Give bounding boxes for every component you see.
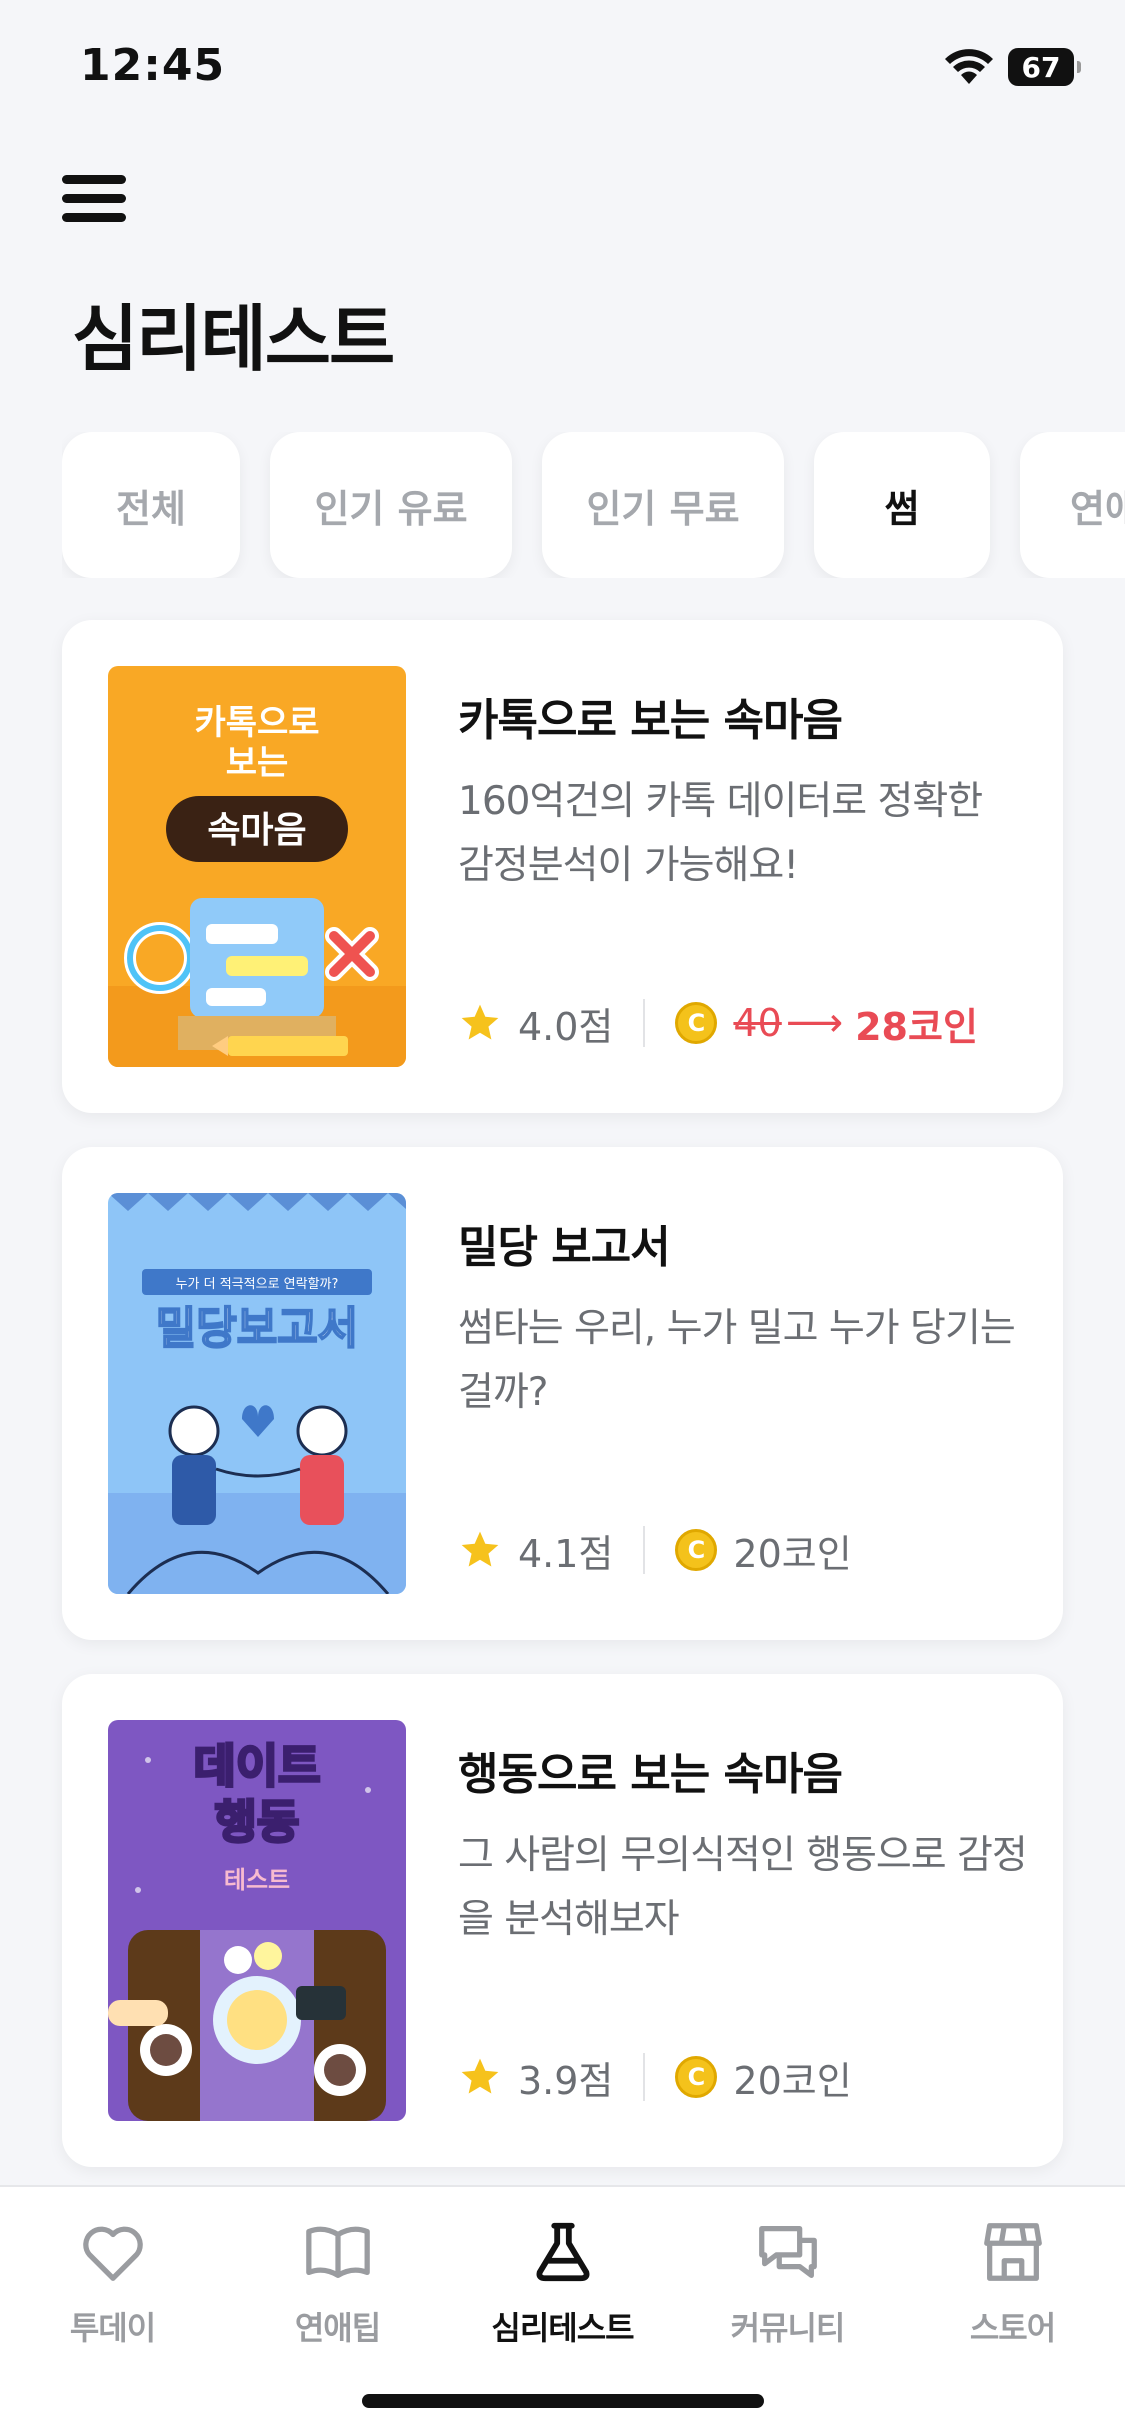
battery-icon: 67 [1008, 48, 1081, 86]
heart-icon [82, 2226, 143, 2281]
meta-divider [643, 2053, 646, 2101]
test-title: 카톡으로 보는 속마음 [458, 695, 843, 746]
thumb-line3: 테스트 [224, 1866, 290, 1894]
tab-today[interactable]: 투데이 [0, 2217, 225, 2357]
home-indicator[interactable] [362, 2394, 764, 2408]
thumb-ribbon: 누가 더 적극적으로 연락할까? [176, 1277, 339, 1292]
meta-divider [643, 999, 646, 1047]
status-time: 12:45 [80, 40, 226, 91]
thumb-line1: 카톡으로 [194, 703, 319, 743]
thumb-title: 밀당보고서 [156, 1303, 358, 1354]
store-icon [983, 2223, 1042, 2281]
rating-text: 4.1점 [518, 1531, 614, 1576]
coin-icon: C [675, 2056, 718, 2098]
book-icon [305, 2226, 370, 2278]
wifi-icon [945, 49, 993, 84]
test-description: 썸타는 우리, 누가 밀고 누가 당기는 걸까? [458, 1306, 1016, 1415]
hamburger-menu-icon[interactable] [62, 175, 126, 223]
test-meta: 3.9점 C 20코인 [458, 2052, 852, 2103]
meta-divider [643, 1526, 646, 1574]
price-text: 20코인 [733, 1531, 852, 1576]
thumb-line1: 데이트 [194, 1739, 321, 1793]
status-bar: 12:45 67 [0, 0, 1125, 135]
test-card[interactable]: 카톡으로 보는 속마음 카톡으로 보는 속마음 160억건의 카톡 데이터로 정… [62, 620, 1063, 1113]
test-description: 그 사람의 무의식적인 행동으로 감정을 분석해보자 [458, 1833, 1028, 1942]
tab-label: 스토어 [969, 2309, 1056, 2347]
chip-popular-free[interactable]: 인기 무료 [542, 432, 784, 578]
mildang-thumbnail-image: 누가 더 적극적으로 연락할까? 밀당보고서 [108, 1193, 406, 1594]
chip-some[interactable]: 썸 [814, 432, 990, 578]
test-card[interactable]: 누가 더 적극적으로 연락할까? 밀당보고서 밀당 보고서 썸타는 우리, 누가… [62, 1147, 1063, 1640]
date-behavior-thumbnail-image: 데이트 행동 테스트 [108, 1720, 406, 2121]
chip-all[interactable]: 전체 [62, 432, 240, 578]
test-title: 밀당 보고서 [458, 1222, 671, 1273]
tab-store[interactable]: 스토어 [900, 2217, 1125, 2357]
tab-community[interactable]: 커뮤니티 [675, 2217, 900, 2357]
kakao-thumbnail-image: 카톡으로 보는 속마음 [108, 666, 406, 1067]
battery-level: 67 [1021, 50, 1061, 84]
thumb-line2: 보는 [226, 743, 289, 783]
tab-psych-test[interactable]: 심리테스트 [450, 2217, 675, 2357]
thumb-bubble: 속마음 [207, 810, 306, 851]
original-price: 40 [733, 1001, 782, 1045]
thumb-line2: 행동 [215, 1795, 300, 1849]
chip-popular-paid[interactable]: 인기 유료 [270, 432, 512, 578]
arrow-right-icon: ⟶ [785, 1000, 844, 1046]
tab-label: 심리테스트 [491, 2309, 634, 2347]
star-icon [461, 2058, 499, 2094]
sale-price: 28코인 [855, 1004, 978, 1049]
test-description: 160억건의 카톡 데이터로 정확한 감정분석이 가능해요! [458, 779, 983, 888]
chat-icon [758, 2226, 817, 2278]
coin-icon: C [675, 1002, 718, 1044]
test-title: 행동으로 보는 속마음 [458, 1749, 843, 1800]
tab-label: 투데이 [69, 2309, 156, 2347]
test-meta: 4.1점 C 20코인 [458, 1525, 852, 1576]
page-title: 심리테스트 [72, 297, 395, 381]
test-list: 카톡으로 보는 속마음 카톡으로 보는 속마음 160억건의 카톡 데이터로 정… [62, 620, 1063, 2201]
star-icon [461, 1531, 499, 1567]
chip-romance[interactable]: 연애 [1020, 432, 1125, 578]
price-text: 20코인 [733, 2058, 852, 2103]
star-icon [461, 1004, 499, 1040]
rating-text: 3.9점 [518, 2058, 614, 2103]
tab-label: 연애팁 [294, 2309, 381, 2347]
tab-label: 커뮤니티 [730, 2309, 846, 2347]
tab-dating-tips[interactable]: 연애팁 [225, 2217, 450, 2357]
rating-text: 4.0점 [518, 1004, 614, 1049]
test-card[interactable]: 데이트 행동 테스트 행동으로 보는 속마음 그 사람의 무의식적인 행동으로 … [62, 1674, 1063, 2167]
test-meta: 4.0점 C 40 ⟶ 28코인 [458, 998, 978, 1049]
category-chips: 전체 인기 유료 인기 무료 썸 연애 [62, 432, 1125, 578]
flask-icon [536, 2222, 589, 2282]
coin-icon: C [675, 1529, 718, 1571]
